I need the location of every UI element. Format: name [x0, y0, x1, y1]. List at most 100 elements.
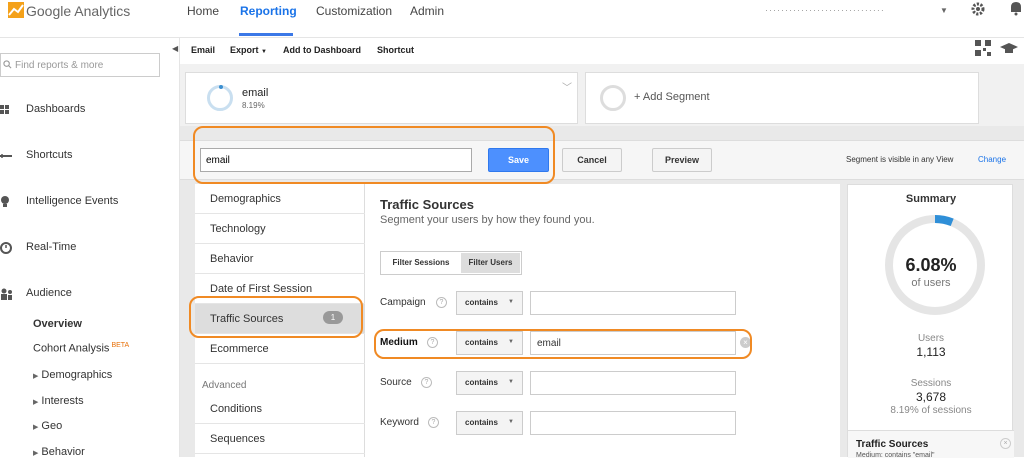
caret-right-icon: ▶ — [33, 450, 39, 457]
search-icon — [3, 60, 12, 69]
summary-condition-desc: Medium: contains "email" — [856, 452, 935, 459]
beta-badge: BETA — [111, 342, 130, 349]
email-button[interactable]: Email — [191, 45, 215, 55]
sidebar-sub-interests[interactable]: ▶ Interests — [33, 395, 84, 407]
users-label: Users — [917, 333, 945, 344]
sidebar-sub-geo[interactable]: ▶ Geo — [33, 420, 62, 432]
report-search-input[interactable]: Find reports & more — [0, 53, 160, 77]
export-button[interactable]: Export ▼ — [230, 45, 267, 55]
segment-summary-panel: Summary 6.08% of users Users 1,113 Sessi… — [847, 184, 1014, 459]
grid-icon — [0, 105, 9, 114]
sidebar-sub-label: Demographics — [41, 369, 113, 381]
caret-right-icon: ▶ — [33, 399, 39, 406]
operator-dropdown[interactable]: contains ▼ — [456, 331, 523, 355]
medium-value-input[interactable]: email — [530, 331, 736, 355]
source-value-input[interactable] — [530, 371, 736, 395]
nav-reporting[interactable]: Reporting — [240, 4, 297, 34]
active-tab-indicator — [239, 33, 293, 36]
segment-card-email[interactable]: email 8.19% ﹀ — [185, 72, 578, 124]
sessions-value: 3,678 — [915, 390, 947, 404]
condition-label: Medium — [380, 337, 418, 348]
help-icon[interactable]: ? — [427, 337, 438, 348]
chevron-down-icon[interactable]: ﹀ — [562, 79, 572, 94]
gear-icon[interactable] — [970, 1, 986, 17]
sidebar-item-audience[interactable]: Audience — [0, 284, 180, 304]
segment-name-input[interactable] — [200, 148, 472, 172]
graduation-cap-icon[interactable] — [1000, 42, 1018, 56]
sidebar-item-intelligence-events[interactable]: Intelligence Events — [0, 192, 180, 212]
export-label: Export — [230, 45, 259, 55]
filter-sessions-button[interactable]: Filter Sessions — [382, 253, 460, 273]
segment-ring-fill — [219, 85, 223, 89]
caret-right-icon: ▶ — [33, 373, 39, 380]
account-chevron-down-icon[interactable]: ▼ — [940, 6, 948, 15]
clear-condition-icon[interactable]: × — [740, 337, 751, 348]
add-segment-card[interactable]: + Add Segment — [585, 72, 979, 124]
caret-right-icon: ▶ — [33, 424, 39, 431]
cancel-button[interactable]: Cancel — [562, 148, 622, 172]
sidebar-sub-behavior[interactable]: ▶ Behavior — [33, 446, 85, 458]
category-label: Traffic Sources — [210, 313, 284, 325]
google-analytics-logo-icon[interactable] — [8, 2, 24, 18]
save-button[interactable]: Save — [488, 148, 549, 172]
change-visibility-link[interactable]: Change — [978, 155, 1006, 164]
help-icon[interactable]: ? — [428, 417, 439, 428]
operator-dropdown[interactable]: contains ▼ — [456, 411, 523, 435]
sidebar-sub-label: Interests — [41, 395, 84, 407]
visibility-text: Segment is visible in any View — [846, 155, 954, 164]
chevron-down-icon: ▼ — [508, 339, 514, 345]
help-icon[interactable]: ? — [436, 297, 447, 308]
top-bar: Google Analytics Home Reporting Customiz… — [0, 0, 1024, 38]
nav-admin[interactable]: Admin — [410, 4, 444, 34]
clock-icon — [0, 242, 12, 254]
filter-users-button[interactable]: Filter Users — [461, 253, 520, 273]
category-sequences[interactable]: Sequences — [195, 424, 365, 454]
account-selector[interactable]: ······························ — [765, 5, 935, 18]
bell-icon[interactable] — [1008, 0, 1024, 16]
segment-editor: Save Cancel Preview Segment is visible i… — [180, 126, 1024, 459]
operator-dropdown[interactable]: contains ▼ — [456, 291, 523, 315]
remove-condition-icon[interactable]: × — [1000, 438, 1011, 449]
category-demographics[interactable]: Demographics — [195, 184, 365, 214]
segment-name: email — [242, 87, 269, 99]
category-technology[interactable]: Technology — [195, 214, 365, 244]
preview-button[interactable]: Preview — [652, 148, 712, 172]
operator-label: contains — [465, 378, 498, 387]
help-icon[interactable]: ? — [421, 377, 432, 388]
segment-category-list: Demographics Technology Behavior Date of… — [195, 184, 365, 457]
summary-percent-caption: of users — [911, 277, 951, 289]
category-conditions[interactable]: Conditions — [195, 394, 365, 424]
cohort-label: Cohort Analysis — [33, 342, 110, 355]
summary-title: Summary — [905, 193, 957, 205]
advanced-heading: Advanced — [202, 380, 247, 391]
nav-customization[interactable]: Customization — [316, 4, 392, 34]
summary-percent: 6.08% — [905, 255, 957, 275]
sidebar-item-real-time[interactable]: Real-Time — [0, 238, 180, 258]
shortcut-button[interactable]: Shortcut — [377, 45, 414, 55]
qr-code-icon[interactable] — [975, 40, 991, 56]
sidebar-sub-overview[interactable]: Overview — [33, 318, 82, 330]
operator-dropdown[interactable]: contains ▼ — [456, 371, 523, 395]
collapse-sidebar-icon[interactable]: ◀ — [168, 38, 180, 58]
summary-condition-title: Traffic Sources — [856, 439, 929, 450]
sidebar-item-dashboards[interactable]: Dashboards — [0, 100, 180, 120]
category-date-of-first-session[interactable]: Date of First Session — [195, 274, 365, 304]
condition-row-campaign: Campaign ? contains ▼ — [380, 291, 820, 315]
sidebar-item-shortcuts[interactable]: Shortcuts — [0, 146, 180, 166]
campaign-value-input[interactable] — [530, 291, 736, 315]
sidebar-sub-label: Geo — [41, 420, 63, 432]
sidebar-sub-cohort-analysis[interactable]: Cohort Analysis BETA — [33, 342, 129, 355]
chevron-down-icon: ▼ — [261, 49, 267, 55]
condition-count-badge: 1 — [323, 311, 343, 324]
category-ecommerce[interactable]: Ecommerce — [195, 334, 365, 364]
lightbulb-icon — [1, 196, 9, 207]
sidebar-sub-demographics[interactable]: ▶ Demographics — [33, 369, 112, 381]
summary-condition-box: Traffic Sources × Medium: contains "emai… — [848, 430, 1014, 459]
category-behavior[interactable]: Behavior — [195, 244, 365, 274]
shortcut-icon — [0, 154, 12, 158]
report-toolbar: Email Export ▼ Add to Dashboard Shortcut — [180, 38, 1024, 64]
keyword-value-input[interactable] — [530, 411, 736, 435]
nav-home[interactable]: Home — [187, 4, 219, 34]
category-traffic-sources[interactable]: Traffic Sources 1 — [195, 304, 365, 334]
add-to-dashboard-button[interactable]: Add to Dashboard — [283, 45, 361, 55]
